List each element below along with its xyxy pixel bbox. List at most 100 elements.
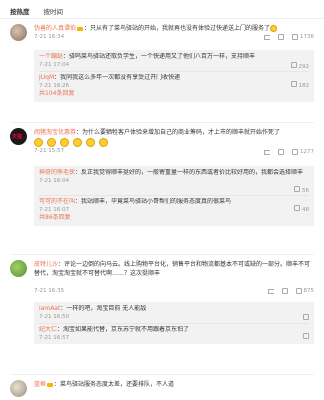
reply-button[interactable] (278, 34, 284, 40)
thumbs-up-icon (295, 288, 302, 294)
comment-item: 蓝框 ：菜鸟驿站服务态度太差，还要排队，不人道 (0, 380, 324, 400)
thumbs-up-icon (290, 81, 297, 87)
forward-button[interactable] (267, 288, 274, 294)
thumbs-up-icon (292, 34, 298, 40)
reply-button[interactable] (281, 288, 288, 294)
comment-author[interactable]: 皮特儿沙 (34, 261, 58, 268)
like-count: 56 (302, 188, 309, 194)
reply-item: iamAat：一样的吧，淘宝目前 无人能敌 7-21 16:50 (39, 305, 309, 323)
reply-like-button[interactable] (303, 333, 309, 341)
divider (10, 122, 314, 123)
share-icon (267, 288, 274, 294)
reply-like-button[interactable]: 56 (294, 186, 309, 194)
reply-like-button[interactable]: 48 (294, 205, 309, 213)
share-icon (264, 149, 270, 155)
comment-text-line: 蓝框 ：菜鸟驿站服务态度太差，还要排队，不人道 (34, 380, 314, 389)
reply-author[interactable]: JUqM (39, 74, 54, 81)
reply-like-button[interactable]: 292 (290, 62, 310, 70)
reply-item: 可可的不在叫：我站顺丰，毕竟菜鸟驿站小哥帮们的服务态度真的很菜鸟 7-21 16… (39, 195, 309, 213)
emoji-icon (34, 138, 43, 147)
comment-text-line: 皮特儿沙：评论一边倒的向马云。线上购物平台化，销售平台和物流都基本不可或缺的一部… (34, 260, 314, 287)
avatar[interactable]: 天猫 (10, 128, 27, 145)
reply-box: 神奇的熊毛侠：反正我觉得顺丰挺好的，一般寄重量一样的东西或者价比较好用的，我都会… (34, 166, 314, 226)
reply-box: iamAat：一样的吧，淘宝目前 无人能敌 7-21 16:50 纪大仁：淘宝如… (34, 302, 314, 344)
forward-button[interactable] (264, 34, 270, 40)
emoji-row (34, 138, 314, 147)
comment-author[interactable]: 蓝框 (34, 381, 46, 388)
reply-text: ：我站顺丰，毕竟菜鸟驿站小哥帮们的服务态度真的很菜鸟 (75, 198, 232, 205)
reply-author[interactable]: 一个蹦跶 (39, 53, 63, 60)
thumbs-up-icon (303, 333, 309, 339)
comment-actions: 1277 (264, 149, 314, 155)
comment-actions: 875 (267, 288, 315, 294)
like-button[interactable]: 1277 (292, 149, 314, 155)
reply-item: 一个蹦跶：驿呜菜鸟驿站还取负学生，一个快递用又了他们八百万一样，支持顺丰 7-2… (39, 53, 309, 71)
reply-author[interactable]: iamAat (39, 305, 60, 312)
emoji-icon (86, 138, 95, 147)
tab-by-hotness[interactable]: 按热度 (10, 6, 30, 16)
more-replies-link[interactable]: 共104条回复 (39, 89, 309, 99)
tab-by-time[interactable]: 按时间 (44, 6, 64, 16)
comment-icon (281, 288, 288, 294)
comment-icon (278, 34, 284, 40)
reply-button[interactable] (278, 149, 284, 155)
avatar[interactable] (10, 24, 27, 41)
thumbs-up-icon (290, 62, 297, 68)
reply-text: ：驿呜菜鸟驿站还取负学生，一个快递用又了他们八百万一样，支持顺丰 (63, 53, 256, 60)
reply-time: 7-21 16:07 (39, 207, 70, 213)
comment-item: 皮特儿沙：评论一边倒的向马云。线上购物平台化，销售平台和物流都基本不可或缺的一部… (0, 260, 324, 372)
reply-text: ：一样的吧，淘宝目前 无人能敌 (60, 305, 147, 312)
emoji-icon (73, 138, 82, 147)
comment-text: ：为什么要牺牲客户体验来增加自己的商业筹码，才上市的顺丰就开始作死了 (76, 129, 281, 136)
reply-item: JUqM：我同我这么多年一次都没有享受过开门收快递 7-21 18:26 182 (39, 71, 309, 89)
avatar[interactable] (10, 380, 27, 397)
comment-actions: 1736 (264, 34, 314, 40)
comment-text: ：评论一边倒的向马云。线上购物平台化，销售平台和物流都基本不可或缺的一部分。顺丰… (34, 261, 311, 277)
reply-time: 7-21 16:57 (39, 335, 70, 341)
like-button[interactable]: 1736 (292, 34, 314, 40)
thumbs-up-icon (294, 205, 301, 211)
comment-text-line: 伪善的人真谭伯 ：只从有了菜鸟驿站的开始，我就再也没有体验过快递送上门的服务了 (34, 24, 314, 33)
reply-text: ：反正我觉得顺丰挺好的，一般寄重量一样的东西或者价比较好用的，我都会选择顺丰 (75, 169, 304, 176)
more-replies-link[interactable]: 共86条回复 (39, 213, 309, 223)
reply-author[interactable]: 可可的不在叫 (39, 198, 75, 205)
reply-item: 神奇的熊毛侠：反正我觉得顺丰挺好的，一般寄重量一样的东西或者价比较好用的，我都会… (39, 169, 309, 195)
comment-text-line: 闹猪淘宝优惠券：为什么要牺牲客户体验来增加自己的商业筹码，才上市的顺丰就开始作死… (34, 128, 314, 137)
reply-author[interactable]: 神奇的熊毛侠 (39, 169, 75, 176)
emoji-icon (270, 25, 278, 32)
reply-author[interactable]: 纪大仁 (39, 326, 57, 333)
tabs-divider (0, 18, 324, 19)
like-count: 182 (298, 83, 310, 89)
vip-badge-icon (77, 26, 84, 31)
comment-text: ：菜鸟驿站服务态度太差，还要排队，不人道 (54, 381, 175, 388)
emoji-icon (99, 138, 108, 147)
comment-author[interactable]: 闹猪淘宝优惠券 (34, 129, 76, 136)
comment-item: 天猫 闹猪淘宝优惠券：为什么要牺牲客户体验来增加自己的商业筹码，才上市的顺丰就开… (0, 128, 324, 248)
reply-time: 7-21 16:50 (39, 314, 70, 320)
reply-time: 7-21 17:04 (39, 62, 70, 68)
comment-item: 伪善的人真谭伯 ：只从有了菜鸟驿站的开始，我就再也没有体验过快递送上门的服务了 7… (0, 24, 324, 144)
like-count: 1736 (300, 34, 314, 40)
reply-text: ：我同我这么多年一次都没有享受过开门收快递 (54, 74, 181, 81)
vip-badge-icon (47, 382, 54, 387)
like-count: 1277 (300, 149, 314, 155)
like-count: 875 (303, 288, 315, 294)
divider (10, 374, 314, 375)
share-icon (264, 34, 270, 40)
forward-button[interactable] (264, 149, 270, 155)
reply-time: 7-21 16:04 (39, 178, 70, 184)
thumbs-up-icon (294, 186, 301, 192)
reply-like-button[interactable]: 182 (290, 81, 310, 89)
reply-like-button[interactable] (303, 314, 309, 322)
like-button[interactable]: 875 (295, 288, 315, 294)
thumbs-up-icon (292, 149, 298, 155)
comment-author[interactable]: 伪善的人真谭伯 (34, 25, 76, 32)
emoji-icon (47, 138, 56, 147)
reply-text: ：淘宝如果能代替，京东苏宁就不用跟着京东怕了 (57, 326, 190, 333)
emoji-icon (60, 138, 69, 147)
reply-box: 一个蹦跶：驿呜菜鸟驿站还取负学生，一个快递用又了他们八百万一样，支持顺丰 7-2… (34, 50, 314, 102)
like-count: 292 (298, 64, 310, 70)
comment-text: ：只从有了菜鸟驿站的开始，我就再也没有体验过快递送上门的服务了 (84, 25, 271, 32)
thumbs-up-icon (303, 314, 309, 320)
avatar[interactable] (10, 260, 27, 277)
